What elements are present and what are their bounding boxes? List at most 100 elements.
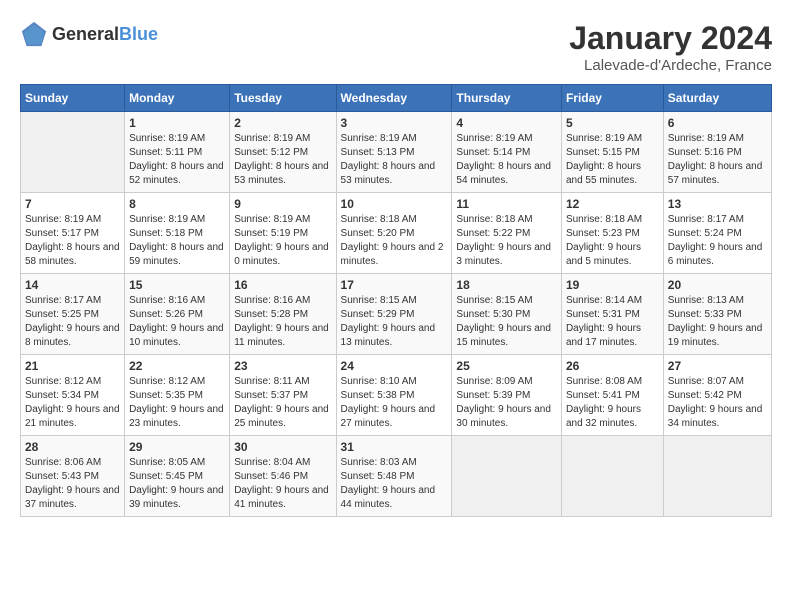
location-subtitle: Lalevade-d'Ardeche, France [569, 57, 772, 74]
header-tuesday: Tuesday [230, 85, 336, 112]
day-info: Sunrise: 8:19 AMSunset: 5:14 PMDaylight:… [456, 132, 557, 188]
day-info: Sunrise: 8:18 AMSunset: 5:20 PMDaylight:… [341, 213, 448, 269]
day-number: 5 [566, 116, 659, 130]
calendar-cell: 17 Sunrise: 8:15 AMSunset: 5:29 PMDayligh… [336, 274, 452, 355]
day-number: 11 [456, 197, 557, 211]
day-info: Sunrise: 8:04 AMSunset: 5:46 PMDaylight:… [234, 456, 331, 512]
day-info: Sunrise: 8:11 AMSunset: 5:37 PMDaylight:… [234, 375, 331, 431]
calendar-cell: 28 Sunrise: 8:06 AMSunset: 5:43 PMDayligh… [21, 436, 125, 517]
calendar-table: Sunday Monday Tuesday Wednesday Thursday… [20, 84, 772, 517]
logo-icon [20, 20, 48, 48]
day-number: 23 [234, 359, 331, 373]
day-info: Sunrise: 8:15 AMSunset: 5:29 PMDaylight:… [341, 294, 448, 350]
day-number: 1 [129, 116, 225, 130]
day-info: Sunrise: 8:10 AMSunset: 5:38 PMDaylight:… [341, 375, 448, 431]
calendar-cell: 10Sunrise: 8:18 AMSunset: 5:20 PMDayligh… [336, 193, 452, 274]
day-info: Sunrise: 8:19 AMSunset: 5:11 PMDaylight:… [129, 132, 225, 188]
day-info: Sunrise: 8:18 AMSunset: 5:23 PMDaylight:… [566, 213, 659, 269]
day-info: Sunrise: 8:19 AMSunset: 5:13 PMDaylight:… [341, 132, 448, 188]
day-info: Sunrise: 8:09 AMSunset: 5:39 PMDaylight:… [456, 375, 557, 431]
day-info: Sunrise: 8:16 AMSunset: 5:26 PMDaylight:… [129, 294, 225, 350]
month-year-title: January 2024 [569, 20, 772, 57]
day-number: 24 [341, 359, 448, 373]
day-number: 25 [456, 359, 557, 373]
calendar-cell: 27Sunrise: 8:07 AMSunset: 5:42 PMDayligh… [663, 355, 771, 436]
calendar-cell: 4 Sunrise: 8:19 AMSunset: 5:14 PMDaylight… [452, 112, 562, 193]
day-number: 20 [668, 278, 767, 292]
day-number: 30 [234, 440, 331, 454]
day-number: 8 [129, 197, 225, 211]
title-block: January 2024 Lalevade-d'Ardeche, France [569, 20, 772, 74]
calendar-week-row: 14Sunrise: 8:17 AMSunset: 5:25 PMDayligh… [21, 274, 772, 355]
day-info: Sunrise: 8:18 AMSunset: 5:22 PMDaylight:… [456, 213, 557, 269]
calendar-week-row: 28 Sunrise: 8:06 AMSunset: 5:43 PMDayligh… [21, 436, 772, 517]
calendar-cell: 30 Sunrise: 8:04 AMSunset: 5:46 PMDayligh… [230, 436, 336, 517]
logo-general: General [52, 24, 119, 44]
logo: GeneralBlue [20, 20, 158, 48]
day-info: Sunrise: 8:17 AMSunset: 5:24 PMDaylight:… [668, 213, 767, 269]
calendar-cell [452, 436, 562, 517]
calendar-cell: 25 Sunrise: 8:09 AMSunset: 5:39 PMDayligh… [452, 355, 562, 436]
day-number: 9 [234, 197, 331, 211]
day-info: Sunrise: 8:16 AMSunset: 5:28 PMDaylight:… [234, 294, 331, 350]
day-number: 22 [129, 359, 225, 373]
header-saturday: Saturday [663, 85, 771, 112]
calendar-cell: 7 Sunrise: 8:19 AMSunset: 5:17 PMDaylight… [21, 193, 125, 274]
day-number: 2 [234, 116, 331, 130]
day-number: 31 [341, 440, 448, 454]
calendar-cell: 24 Sunrise: 8:10 AMSunset: 5:38 PMDayligh… [336, 355, 452, 436]
day-info: Sunrise: 8:14 AMSunset: 5:31 PMDaylight:… [566, 294, 659, 350]
day-number: 7 [25, 197, 120, 211]
day-info: Sunrise: 8:19 AMSunset: 5:17 PMDaylight:… [25, 213, 120, 269]
header-wednesday: Wednesday [336, 85, 452, 112]
calendar-cell: 31 Sunrise: 8:03 AMSunset: 5:48 PMDayligh… [336, 436, 452, 517]
calendar-week-row: 7 Sunrise: 8:19 AMSunset: 5:17 PMDaylight… [21, 193, 772, 274]
day-number: 26 [566, 359, 659, 373]
calendar-cell: 21 Sunrise: 8:12 AMSunset: 5:34 PMDayligh… [21, 355, 125, 436]
day-number: 28 [25, 440, 120, 454]
day-info: Sunrise: 8:15 AMSunset: 5:30 PMDaylight:… [456, 294, 557, 350]
day-info: Sunrise: 8:19 AMSunset: 5:18 PMDaylight:… [129, 213, 225, 269]
calendar-body: 1 Sunrise: 8:19 AMSunset: 5:11 PMDaylight… [21, 112, 772, 517]
day-info: Sunrise: 8:19 AMSunset: 5:16 PMDaylight:… [668, 132, 767, 188]
day-number: 21 [25, 359, 120, 373]
day-number: 4 [456, 116, 557, 130]
day-info: Sunrise: 8:13 AMSunset: 5:33 PMDaylight:… [668, 294, 767, 350]
calendar-cell: 26 Sunrise: 8:08 AMSunset: 5:41 PMDayligh… [561, 355, 663, 436]
calendar-cell: 8 Sunrise: 8:19 AMSunset: 5:18 PMDaylight… [125, 193, 230, 274]
calendar-cell: 16Sunrise: 8:16 AMSunset: 5:28 PMDayligh… [230, 274, 336, 355]
day-number: 18 [456, 278, 557, 292]
calendar-cell: 15 Sunrise: 8:16 AMSunset: 5:26 PMDayligh… [125, 274, 230, 355]
day-number: 19 [566, 278, 659, 292]
calendar-cell: 18 Sunrise: 8:15 AMSunset: 5:30 PMDayligh… [452, 274, 562, 355]
page-header: GeneralBlue January 2024 Lalevade-d'Arde… [20, 20, 772, 74]
calendar-cell: 20 Sunrise: 8:13 AMSunset: 5:33 PMDayligh… [663, 274, 771, 355]
calendar-cell: 19 Sunrise: 8:14 AMSunset: 5:31 PMDayligh… [561, 274, 663, 355]
day-info: Sunrise: 8:19 AMSunset: 5:19 PMDaylight:… [234, 213, 331, 269]
day-info: Sunrise: 8:19 AMSunset: 5:12 PMDaylight:… [234, 132, 331, 188]
day-info: Sunrise: 8:03 AMSunset: 5:48 PMDaylight:… [341, 456, 448, 512]
logo-text: GeneralBlue [52, 24, 158, 45]
day-info: Sunrise: 8:12 AMSunset: 5:34 PMDaylight:… [25, 375, 120, 431]
day-info: Sunrise: 8:08 AMSunset: 5:41 PMDaylight:… [566, 375, 659, 431]
calendar-header: Sunday Monday Tuesday Wednesday Thursday… [21, 85, 772, 112]
day-info: Sunrise: 8:06 AMSunset: 5:43 PMDaylight:… [25, 456, 120, 512]
calendar-cell [21, 112, 125, 193]
day-number: 15 [129, 278, 225, 292]
calendar-cell: 5Sunrise: 8:19 AMSunset: 5:15 PMDaylight… [561, 112, 663, 193]
header-sunday: Sunday [21, 85, 125, 112]
calendar-week-row: 21 Sunrise: 8:12 AMSunset: 5:34 PMDayligh… [21, 355, 772, 436]
header-monday: Monday [125, 85, 230, 112]
calendar-cell [663, 436, 771, 517]
calendar-cell: 6Sunrise: 8:19 AMSunset: 5:16 PMDaylight… [663, 112, 771, 193]
header-row: Sunday Monday Tuesday Wednesday Thursday… [21, 85, 772, 112]
calendar-cell: 22Sunrise: 8:12 AMSunset: 5:35 PMDayligh… [125, 355, 230, 436]
calendar-week-row: 1 Sunrise: 8:19 AMSunset: 5:11 PMDaylight… [21, 112, 772, 193]
day-number: 29 [129, 440, 225, 454]
day-number: 3 [341, 116, 448, 130]
calendar-cell: 1 Sunrise: 8:19 AMSunset: 5:11 PMDaylight… [125, 112, 230, 193]
header-thursday: Thursday [452, 85, 562, 112]
calendar-cell: 12Sunrise: 8:18 AMSunset: 5:23 PMDayligh… [561, 193, 663, 274]
day-info: Sunrise: 8:17 AMSunset: 5:25 PMDaylight:… [25, 294, 120, 350]
day-number: 17 [341, 278, 448, 292]
